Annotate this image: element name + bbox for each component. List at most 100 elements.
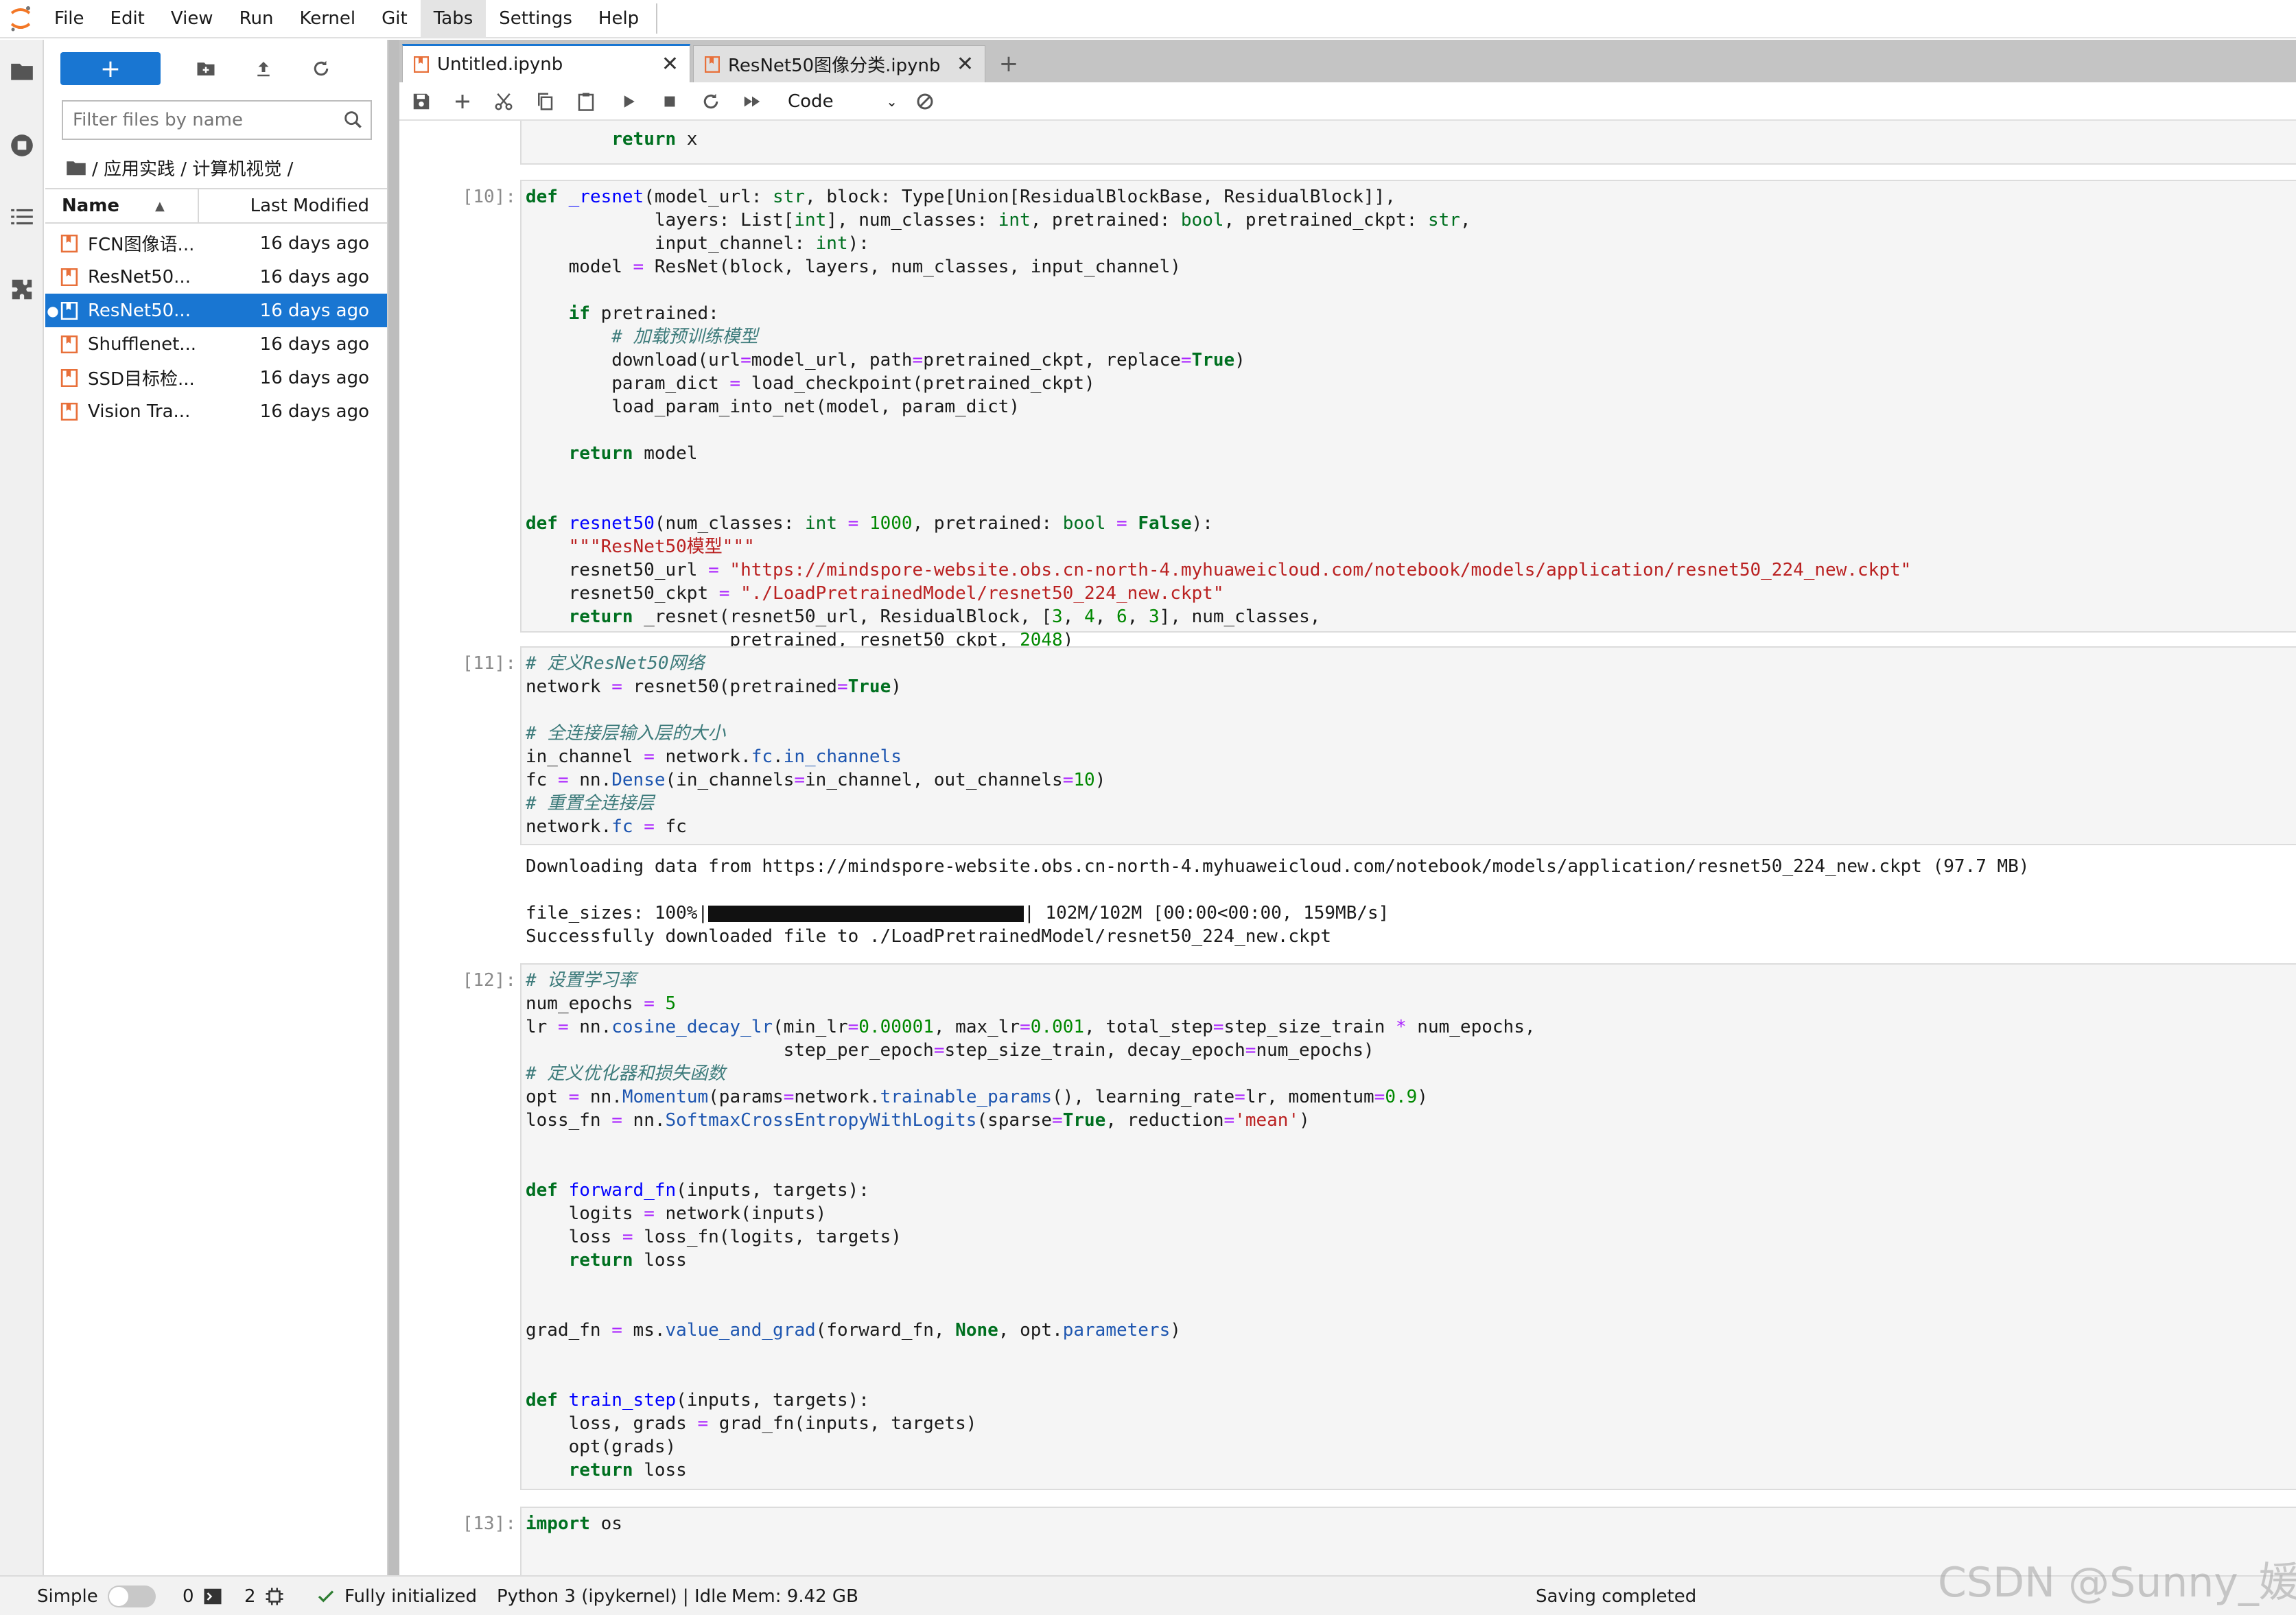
code-cell-11[interactable]: # 定义ResNet50网络 network = resnet50(pretra… — [520, 646, 2296, 845]
notebook-toolbar: Code ⌄ — [399, 82, 2296, 121]
file-name: FCN图像语... — [88, 235, 195, 255]
sort-ascending-icon: ▲ — [155, 198, 165, 213]
initialization-label: Fully initialized — [344, 1586, 477, 1607]
extensions-puzzle-icon[interactable] — [7, 274, 37, 305]
file-list-item[interactable]: FCN图像语... 16 days ago — [45, 226, 387, 260]
breadcrumb-folder-icon[interactable] — [66, 158, 86, 176]
file-modified: 16 days ago — [259, 300, 369, 321]
kernel-count[interactable]: 2 — [244, 1577, 293, 1615]
code-cell-source[interactable]: def _resnet(model_url: str, block: Type[… — [522, 181, 2296, 652]
save-icon[interactable] — [408, 88, 435, 115]
memory-usage: Mem: 9.42 GB — [731, 1586, 858, 1607]
close-tab-icon[interactable]: ✕ — [957, 52, 974, 76]
breadcrumb[interactable]: / 应用实践 / 计算机视觉 / — [66, 154, 293, 181]
breadcrumb-path[interactable]: / 应用实践 / 计算机视觉 / — [92, 155, 293, 180]
menu-git[interactable]: Git — [368, 0, 421, 38]
tab-untitled[interactable]: Untitled.ipynb ✕ — [402, 44, 690, 82]
code-cell-source[interactable]: import os — [522, 1508, 2296, 1535]
running-kernels-icon[interactable] — [7, 130, 37, 161]
close-tab-icon[interactable]: ✕ — [661, 52, 679, 76]
code-cell-source[interactable]: # 设置学习率 num_epochs = 5 lr = nn.cosine_de… — [522, 965, 2296, 1482]
cell-output-progress: file_sizes: 100%| | 102M/102M [00:00<00:0… — [520, 901, 1389, 925]
paste-icon[interactable] — [572, 88, 600, 115]
file-modified: 16 days ago — [259, 266, 369, 287]
notebook-content[interactable]: return x [10]: def _resnet(model_url: st… — [399, 121, 2296, 1575]
file-name: Vision Tra... — [88, 401, 191, 422]
cell-prompt: [12]: — [462, 970, 516, 991]
menu-kernel[interactable]: Kernel — [286, 0, 368, 38]
cell-output-download: Downloading data from https://mindspore-… — [526, 856, 2030, 877]
file-list-item[interactable]: Shufflenet... 16 days ago — [45, 327, 387, 361]
file-modified: 16 days ago — [259, 333, 369, 355]
stop-kernel-icon[interactable] — [656, 88, 683, 115]
file-list-item[interactable]: SSD目标检... 16 days ago — [45, 361, 387, 394]
menu-settings[interactable]: Settings — [486, 0, 585, 38]
code-cell-previous[interactable]: return x — [520, 121, 2296, 165]
unsaved-dot-icon: ● — [47, 302, 59, 319]
file-modified: 16 days ago — [259, 401, 369, 422]
file-browser-panel: + / 应用实践 / 计算机视觉 / Name ▲ Last Modified F… — [45, 40, 388, 1575]
cut-icon[interactable] — [490, 88, 517, 115]
code-cell-source[interactable]: # 定义ResNet50网络 network = resnet50(pretra… — [522, 648, 2296, 838]
main-area: Untitled.ipynb ✕ ResNet50图像分类.ipynb ✕ + … — [399, 40, 2296, 1575]
terminal-count-value: 0 — [183, 1586, 194, 1607]
file-name: ResNet50... — [88, 300, 191, 321]
progress-prefix: file_sizes: 100%| — [526, 903, 709, 923]
kernel-status[interactable]: Python 3 (ipykernel) | Idle — [497, 1577, 727, 1615]
notebook-icon — [60, 234, 78, 252]
menu-view[interactable]: View — [158, 0, 226, 38]
code-cell-12[interactable]: # 设置学习率 num_epochs = 5 lr = nn.cosine_de… — [520, 963, 2296, 1490]
run-cell-icon[interactable] — [615, 88, 642, 115]
tab-resnet50[interactable]: ResNet50图像分类.ipynb ✕ — [693, 45, 985, 82]
table-of-contents-icon[interactable] — [7, 202, 37, 232]
code-cell-source[interactable]: return x — [522, 121, 2296, 151]
chevron-down-icon: ⌄ — [886, 93, 898, 110]
insert-cell-icon[interactable] — [449, 88, 476, 115]
terminal-count[interactable]: 0 — [183, 1577, 231, 1615]
add-tab-icon[interactable]: + — [992, 48, 1025, 80]
file-list-item[interactable]: ● ResNet50... 16 days ago — [45, 294, 387, 327]
menu-help[interactable]: Help — [585, 0, 652, 38]
saving-status: Saving completed — [1536, 1586, 1697, 1607]
file-list-item[interactable]: Vision Tra... 16 days ago — [45, 394, 387, 428]
file-list-item[interactable]: ResNet50... 16 days ago — [45, 260, 387, 294]
initialization-status: Fully initialized — [316, 1577, 477, 1615]
file-name: ResNet50... — [88, 266, 191, 287]
column-name-label: Name — [62, 196, 120, 216]
cell-type-select[interactable]: Code ⌄ — [788, 88, 898, 115]
cell-output-success: Successfully downloaded file to ./LoadPr… — [526, 926, 1331, 947]
copy-icon[interactable] — [531, 88, 559, 115]
kernel-status-icon — [911, 88, 939, 115]
notebook-icon — [60, 368, 78, 387]
restart-kernel-icon[interactable] — [697, 88, 725, 115]
simple-mode-toggle[interactable]: Simple — [37, 1577, 156, 1615]
upload-icon[interactable] — [247, 52, 280, 85]
notebook-icon — [60, 301, 78, 320]
column-name-header[interactable]: Name ▲ — [45, 189, 199, 222]
new-launcher-button[interactable]: + — [60, 52, 161, 85]
panel-splitter[interactable] — [388, 40, 399, 1575]
tab-label: ResNet50图像分类.ipynb — [728, 56, 941, 76]
column-modified-header[interactable]: Last Modified — [199, 196, 387, 216]
menu-edit[interactable]: Edit — [97, 0, 158, 38]
cell-prompt: [10]: — [462, 187, 516, 207]
refresh-icon[interactable] — [305, 52, 338, 85]
filter-files-input[interactable] — [62, 100, 372, 140]
code-cell-10[interactable]: def _resnet(model_url: str, block: Type[… — [520, 180, 2296, 650]
folder-icon[interactable] — [7, 56, 37, 86]
cell-prompt: [11]: — [462, 653, 516, 674]
menu-tabs[interactable]: Tabs — [420, 0, 487, 38]
file-name: SSD目标检... — [88, 369, 195, 390]
notebook-icon — [60, 402, 78, 421]
tab-label: Untitled.ipynb — [437, 54, 563, 75]
menu-divider — [656, 3, 658, 34]
search-icon — [344, 111, 362, 128]
jupyter-logo-icon — [0, 0, 41, 38]
menu-file[interactable]: File — [41, 0, 97, 38]
fast-forward-icon[interactable] — [738, 88, 766, 115]
toggle-switch[interactable] — [107, 1585, 156, 1607]
file-list-header: Name ▲ Last Modified — [45, 188, 387, 224]
activity-bar — [0, 40, 44, 1575]
new-folder-icon[interactable] — [189, 52, 222, 85]
menu-run[interactable]: Run — [226, 0, 287, 38]
